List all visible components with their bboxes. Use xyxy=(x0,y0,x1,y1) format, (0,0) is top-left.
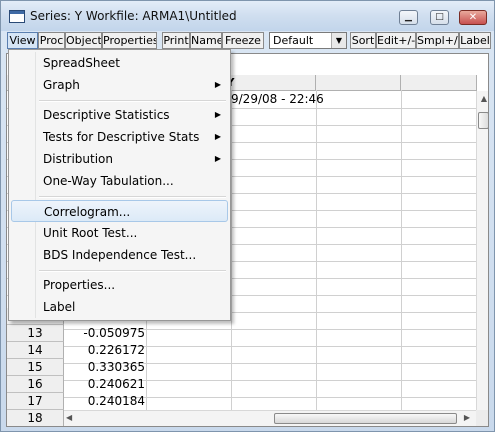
table-row[interactable]: 17 0.240184 xyxy=(7,393,477,410)
cell-value[interactable]: -0.050975 xyxy=(65,325,145,342)
object-button[interactable]: Object xyxy=(65,32,102,49)
smpl-toggle-button[interactable]: Smpl+/- xyxy=(416,32,459,49)
display-format-value: Default xyxy=(273,34,314,47)
horizontal-scrollbar[interactable]: ◀ ▶ xyxy=(64,410,476,426)
menu-item-label: SpreadSheet xyxy=(43,56,120,70)
view-menu: SpreadSheet Graph ▶ Descriptive Statisti… xyxy=(8,49,231,321)
proc-button[interactable]: Proc xyxy=(38,32,65,49)
menu-item-properties[interactable]: Properties... xyxy=(11,274,228,296)
close-icon: ✕ xyxy=(468,12,478,23)
menu-item-unit-root-test[interactable]: Unit Root Test... xyxy=(11,222,228,244)
menu-item-bds-independence-test[interactable]: BDS Independence Test... xyxy=(11,244,228,266)
minimize-button[interactable]: ▁ xyxy=(399,10,418,25)
menu-item-label: Label xyxy=(43,300,76,314)
menu-item-label: Correlogram... xyxy=(44,205,131,219)
menu-item-correlogram[interactable]: Correlogram... xyxy=(11,200,228,222)
scrollbar-corner xyxy=(476,410,488,426)
submenu-arrow-icon: ▶ xyxy=(214,132,221,141)
row-number: 14 xyxy=(7,342,64,359)
vertical-scroll-thumb[interactable] xyxy=(478,112,488,129)
window-icon xyxy=(9,10,25,23)
menu-item-tests-for-descriptive-stats[interactable]: Tests for Descriptive Stats ▶ xyxy=(11,126,228,148)
sort-button[interactable]: Sort xyxy=(350,32,376,49)
label-button[interactable]: Label xyxy=(459,32,491,49)
cell-value[interactable]: 0.240184 xyxy=(65,393,145,410)
column-header-blank-1 xyxy=(316,75,401,91)
menu-item-graph[interactable]: Graph ▶ xyxy=(11,74,228,96)
cell-value[interactable]: 0.330365 xyxy=(65,359,145,376)
vertical-scrollbar[interactable]: ▲ xyxy=(476,91,488,411)
table-row[interactable]: 16 0.240621 xyxy=(7,376,477,393)
menu-item-label: Distribution xyxy=(43,152,114,166)
row-number: 16 xyxy=(7,376,64,393)
menu-item-label: Tests for Descriptive Stats xyxy=(43,130,200,144)
object-toolbar: View Proc Object Properties Print Name F… xyxy=(5,31,492,51)
title-bar[interactable]: Series: Y Workfile: ARMA1\Untitled ▁ □ ✕ xyxy=(1,1,494,31)
scroll-right-icon[interactable]: ▶ xyxy=(464,413,470,422)
menu-item-one-way-tabulation[interactable]: One-Way Tabulation... xyxy=(11,170,228,192)
table-row[interactable]: 14 0.226172 xyxy=(7,342,477,359)
name-button[interactable]: Name xyxy=(190,32,222,49)
menu-item-distribution[interactable]: Distribution ▶ xyxy=(11,148,228,170)
properties-button[interactable]: Properties xyxy=(102,32,157,49)
table-row[interactable]: 13 -0.050975 xyxy=(7,325,477,342)
cell-value[interactable]: 0.240621 xyxy=(65,376,145,393)
edit-toggle-button[interactable]: Edit+/- xyxy=(376,32,416,49)
menu-item-label: Graph xyxy=(43,78,80,92)
row-number: 17 xyxy=(7,393,64,410)
menu-separator xyxy=(39,196,226,198)
submenu-arrow-icon: ▶ xyxy=(214,110,221,119)
scroll-left-icon[interactable]: ◀ xyxy=(66,413,72,422)
menu-item-spreadsheet[interactable]: SpreadSheet xyxy=(11,52,228,74)
modified-date-cell[interactable]: 9/29/08 - 22:46 xyxy=(231,91,324,108)
menu-item-label: BDS Independence Test... xyxy=(43,248,197,262)
submenu-arrow-icon: ▶ xyxy=(214,154,221,163)
maximize-icon: □ xyxy=(435,12,444,22)
view-button[interactable]: View xyxy=(7,32,38,49)
print-button[interactable]: Print xyxy=(162,32,190,49)
display-format-select[interactable]: Default ▼ xyxy=(269,32,347,49)
table-row[interactable]: 15 0.330365 xyxy=(7,359,477,376)
close-button[interactable]: ✕ xyxy=(459,10,487,25)
row-number: 18 xyxy=(7,410,64,426)
menu-separator xyxy=(39,270,226,272)
chevron-down-icon[interactable]: ▼ xyxy=(331,33,346,48)
freeze-button[interactable]: Freeze xyxy=(222,32,264,49)
menu-item-label-edit[interactable]: Label xyxy=(11,296,228,318)
menu-separator xyxy=(39,100,226,102)
cell-value[interactable]: 0.226172 xyxy=(65,342,145,359)
menu-item-label: Unit Root Test... xyxy=(43,226,138,240)
row-number: 13 xyxy=(7,325,64,342)
horizontal-scroll-thumb[interactable] xyxy=(274,413,457,424)
menu-item-label: One-Way Tabulation... xyxy=(43,174,174,188)
minimize-icon: ▁ xyxy=(405,12,412,22)
column-header-blank-2 xyxy=(401,75,477,91)
window-title: Series: Y Workfile: ARMA1\Untitled xyxy=(30,9,237,23)
row-number: 15 xyxy=(7,359,64,376)
maximize-button[interactable]: □ xyxy=(430,10,449,25)
scroll-up-icon[interactable]: ▲ xyxy=(477,94,488,106)
menu-item-descriptive-statistics[interactable]: Descriptive Statistics ▶ xyxy=(11,104,228,126)
menu-item-label: Descriptive Statistics xyxy=(43,108,170,122)
menu-item-label: Properties... xyxy=(43,278,116,292)
submenu-arrow-icon: ▶ xyxy=(214,80,221,89)
